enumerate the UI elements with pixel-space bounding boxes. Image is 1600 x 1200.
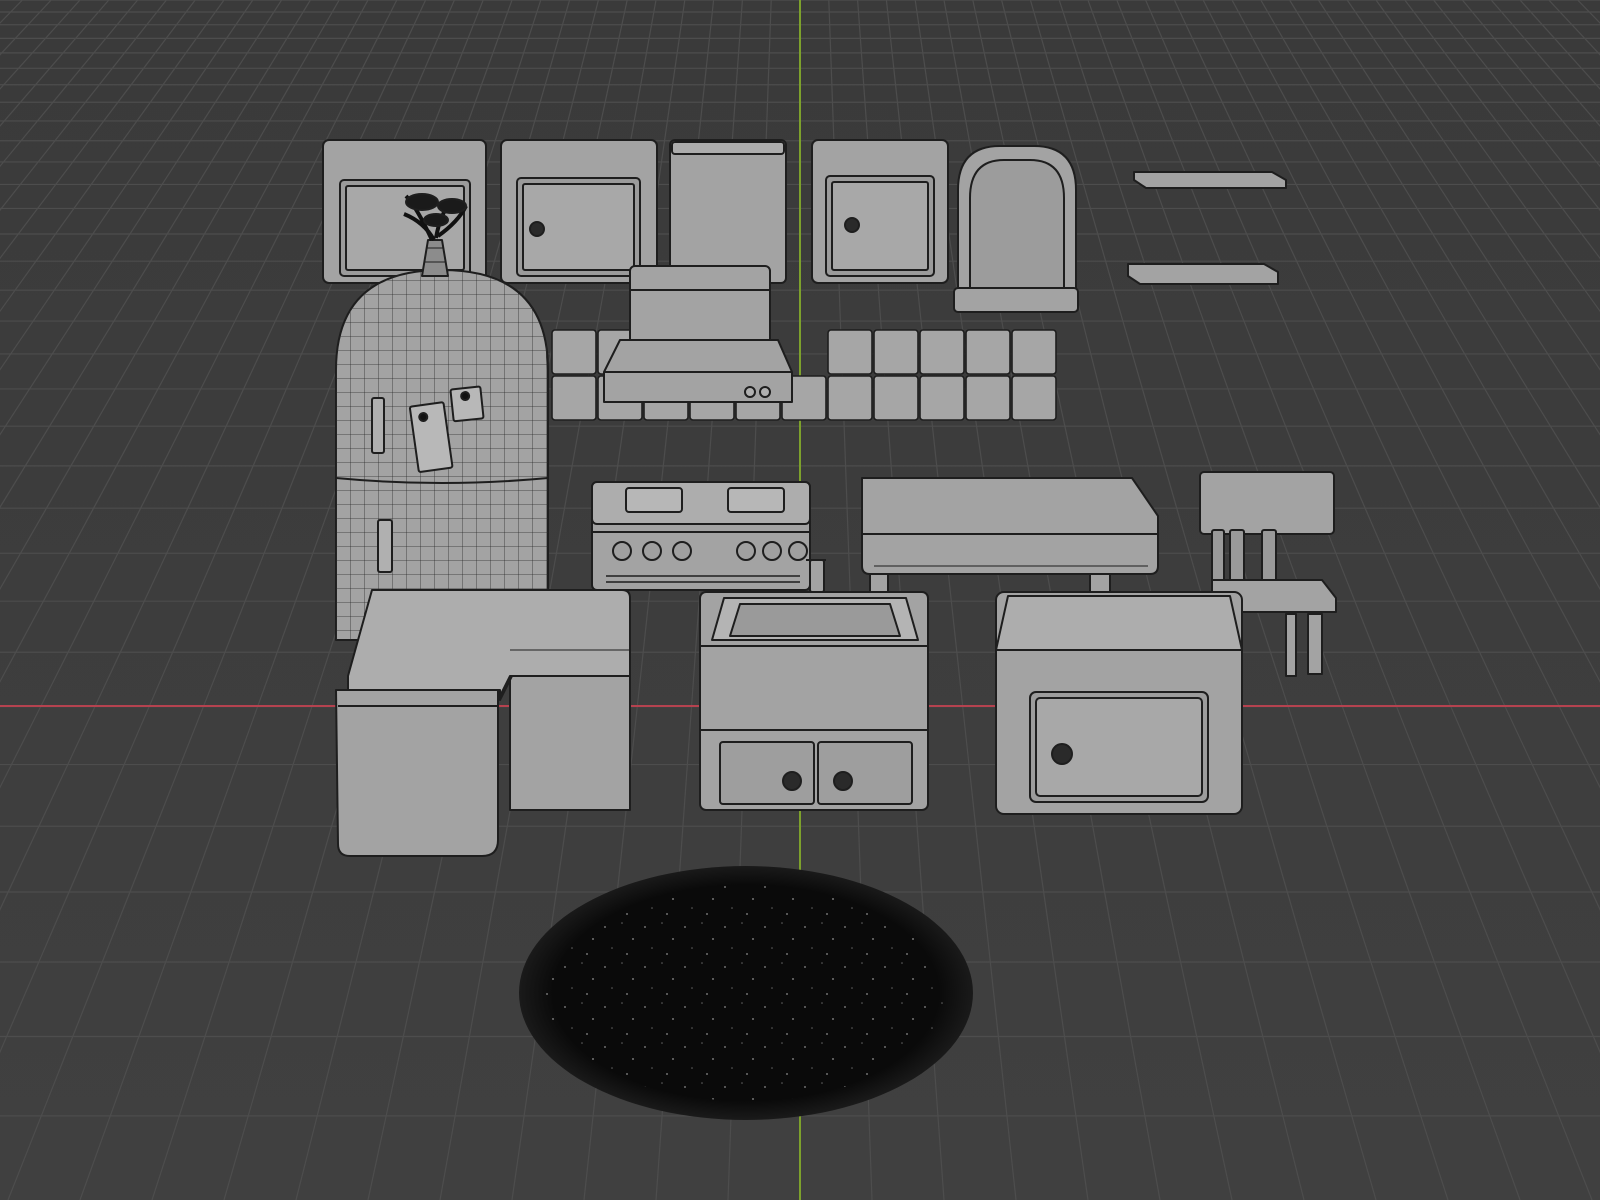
3d-viewport[interactable] <box>0 0 1600 1200</box>
wall-cabinet-2[interactable] <box>500 139 658 284</box>
arched-window[interactable] <box>953 145 1079 313</box>
shelf-bottom[interactable] <box>1127 263 1279 285</box>
viewport-canvas[interactable] <box>0 0 1600 1200</box>
hood-button <box>759 386 771 398</box>
tile <box>827 329 873 375</box>
tile <box>1011 329 1057 375</box>
tile <box>965 375 1011 421</box>
stove-burner <box>625 487 683 513</box>
hood-button <box>744 386 756 398</box>
drawer-knob <box>782 771 802 791</box>
round-rug[interactable] <box>519 866 973 1120</box>
fridge-magnet <box>449 385 485 423</box>
tile <box>873 375 919 421</box>
shelf-top[interactable] <box>1133 171 1287 189</box>
faucet <box>809 559 825 593</box>
stove-knob[interactable] <box>788 541 808 561</box>
tile <box>551 375 597 421</box>
range-hood[interactable] <box>603 265 793 403</box>
stove-knob[interactable] <box>762 541 782 561</box>
stove-knob[interactable] <box>672 541 692 561</box>
tile <box>827 375 873 421</box>
tile <box>1011 375 1057 421</box>
fridge-handle-bottom <box>377 519 393 573</box>
stove-knob[interactable] <box>612 541 632 561</box>
cabinet-knob <box>844 217 860 233</box>
base-cabinet[interactable] <box>995 591 1243 815</box>
sink-drawer <box>719 741 815 805</box>
tile <box>919 375 965 421</box>
stove-burner <box>727 487 785 513</box>
tile <box>873 329 919 375</box>
refrigerator[interactable] <box>335 269 549 641</box>
stove[interactable] <box>591 481 811 591</box>
wall-cabinet-3[interactable] <box>669 139 787 284</box>
sink-drawer <box>817 741 913 805</box>
sink-cabinet[interactable] <box>699 559 929 811</box>
cabinet-knob <box>1051 743 1073 765</box>
drawer-knob <box>833 771 853 791</box>
cabinet-knob <box>529 221 545 237</box>
tile <box>919 329 965 375</box>
tile <box>551 329 597 375</box>
fridge-handle-top <box>371 397 385 454</box>
tile <box>965 329 1011 375</box>
stove-knob[interactable] <box>642 541 662 561</box>
stove-knob[interactable] <box>736 541 756 561</box>
wall-cabinet-4[interactable] <box>811 139 949 284</box>
